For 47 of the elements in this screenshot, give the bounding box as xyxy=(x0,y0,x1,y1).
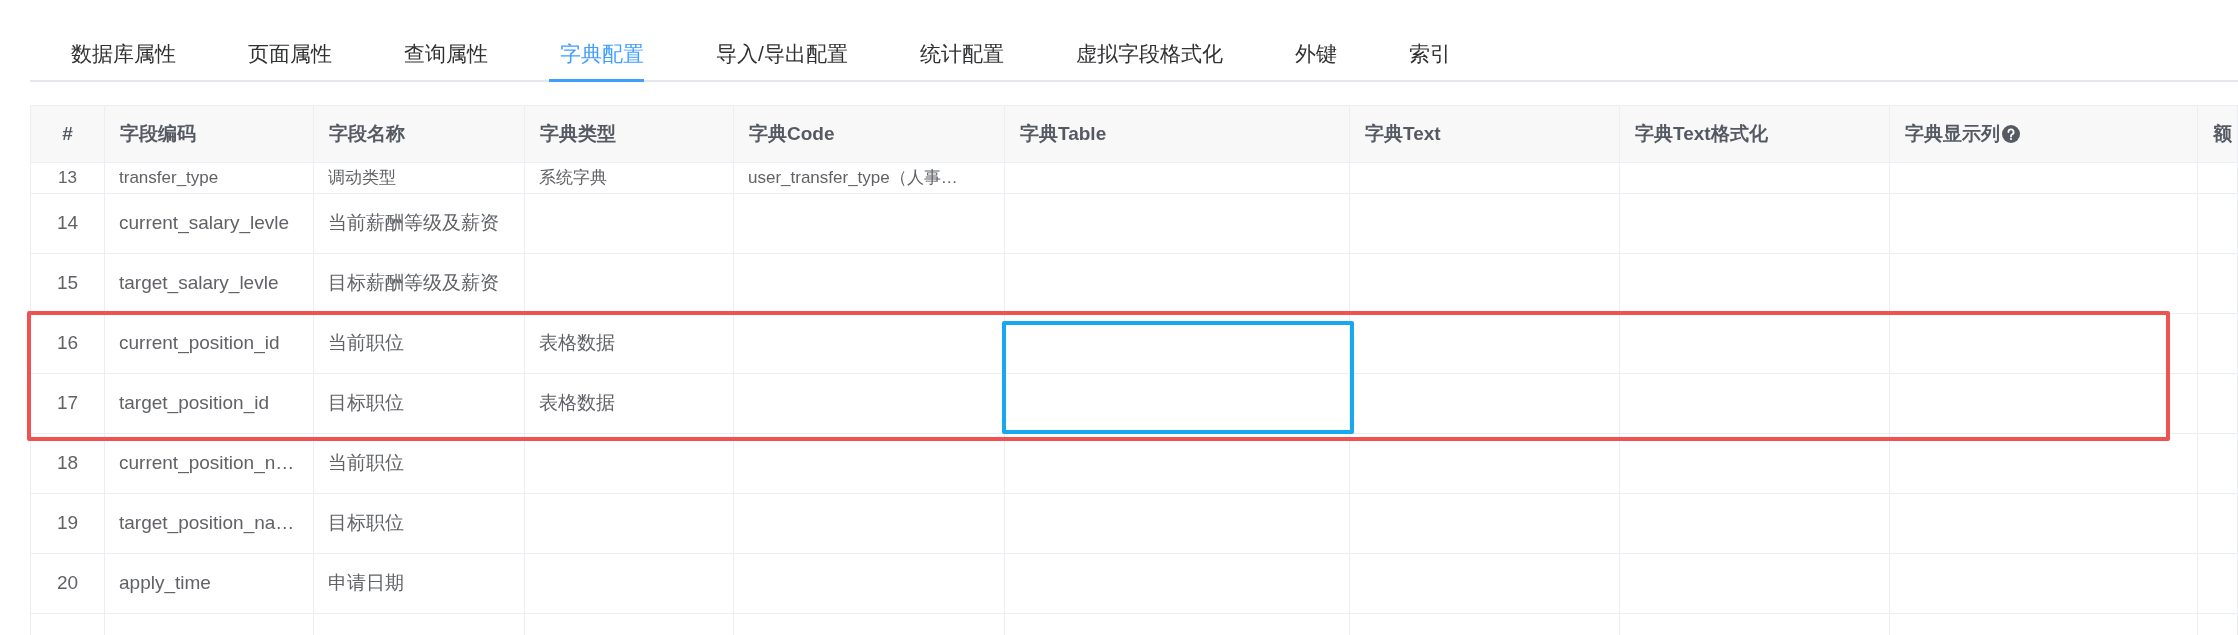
row-number: 17 xyxy=(56,391,79,416)
field-code: current_salary_levle xyxy=(119,211,290,236)
help-icon[interactable] xyxy=(2002,125,2020,143)
tab[interactable]: 统计配置 xyxy=(883,26,1040,82)
tab[interactable]: 查询属性 xyxy=(368,26,524,82)
tab[interactable]: 索引 xyxy=(1372,26,1487,82)
column-header: 字段编码 xyxy=(120,121,196,146)
column-header: 字段名称 xyxy=(329,121,405,146)
row-number: 19 xyxy=(56,511,79,536)
row-number: 20 xyxy=(56,571,79,596)
column-header: 字典类型 xyxy=(540,121,616,146)
field-code: transfer_type xyxy=(119,168,219,188)
field-code: apply_time xyxy=(119,571,211,596)
field-code: target_position_na… xyxy=(119,511,295,536)
field-name: 当前薪酬等级及薪资 xyxy=(328,211,499,236)
field-name: 目标职位 xyxy=(328,511,404,536)
tab[interactable]: 数据库属性 xyxy=(35,26,212,82)
column-header: 字典Text格式化 xyxy=(1635,121,1768,146)
dict-type: 系统字典 xyxy=(539,168,607,188)
field-code: current_position_n… xyxy=(119,451,295,476)
row-number: 18 xyxy=(56,451,79,476)
field-code: target_position_id xyxy=(119,391,269,416)
tab[interactable]: 导入/导出配置 xyxy=(680,26,884,82)
row-number: 16 xyxy=(56,331,79,356)
field-name: 目标薪酬等级及薪资 xyxy=(328,271,499,296)
column-header: 额 xyxy=(2213,121,2232,146)
row-number: 15 xyxy=(56,271,79,296)
tab[interactable]: 外键 xyxy=(1258,26,1373,82)
dict-type: 表格数据 xyxy=(539,391,615,416)
tab[interactable]: 虚拟字段格式化 xyxy=(1039,26,1259,82)
row-number: 13 xyxy=(58,168,77,188)
column-header: 字典显示列 xyxy=(1905,121,2000,146)
column-header: # xyxy=(62,121,73,146)
dict-type: 表格数据 xyxy=(539,331,615,356)
dict-code: user_transfer_type（人事… xyxy=(748,168,958,188)
column-header: 字典Text xyxy=(1365,121,1441,146)
field-name: 当前职位 xyxy=(328,331,404,356)
field-code: target_salary_levle xyxy=(119,271,279,296)
tab[interactable]: 页面属性 xyxy=(212,26,368,82)
column-header: 字典Table xyxy=(1020,121,1107,146)
field-name: 目标职位 xyxy=(328,391,404,416)
field-name: 申请日期 xyxy=(328,571,404,596)
row-number: 14 xyxy=(56,211,79,236)
column-header: 字典Code xyxy=(749,121,835,146)
field-code: current_position_id xyxy=(119,331,280,356)
field-name: 当前职位 xyxy=(328,451,404,476)
field-name: 调动类型 xyxy=(328,168,396,188)
